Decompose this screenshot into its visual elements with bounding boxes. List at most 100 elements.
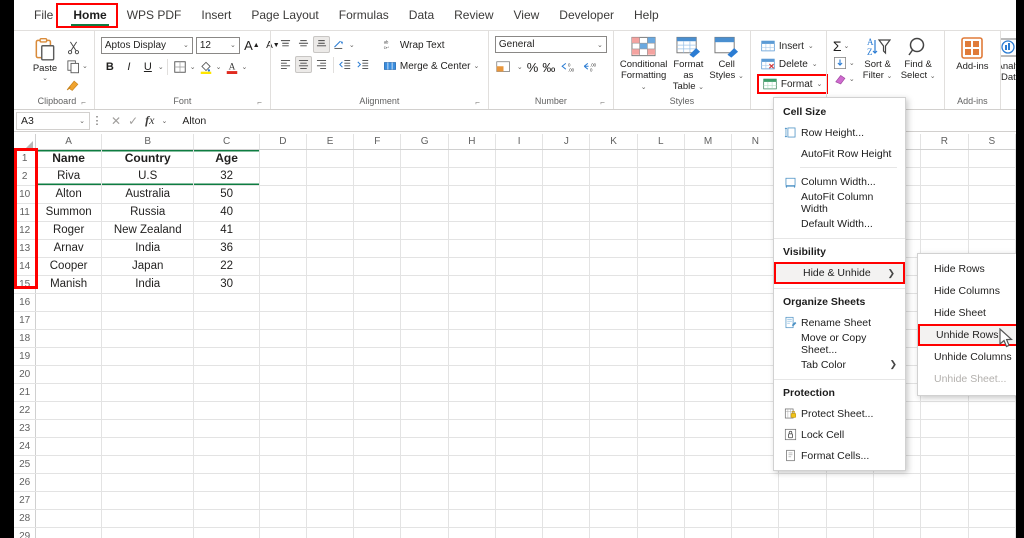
cell-S22[interactable] xyxy=(968,401,1016,420)
tab-view[interactable]: View xyxy=(504,5,550,25)
cell-F17[interactable] xyxy=(353,311,402,330)
cell-C26[interactable] xyxy=(193,473,260,492)
cell-L17[interactable] xyxy=(637,311,685,330)
cell-A27[interactable] xyxy=(35,491,102,510)
cell-G14[interactable] xyxy=(400,257,449,276)
cell-Q27[interactable] xyxy=(873,491,922,510)
row-header-16[interactable]: 16 xyxy=(14,293,37,312)
row-header-29[interactable]: 29 xyxy=(14,527,37,538)
column-header-f[interactable]: F xyxy=(353,134,402,150)
comma-style-button[interactable]: ‰ xyxy=(542,60,555,75)
cell-H13[interactable] xyxy=(448,239,497,258)
cell-E21[interactable] xyxy=(306,383,355,402)
cell-A29[interactable] xyxy=(35,527,102,538)
cell-B1[interactable]: Country xyxy=(101,149,195,168)
cell-G21[interactable] xyxy=(400,383,449,402)
increase-font-size-button[interactable]: A ▲ xyxy=(243,36,261,54)
row-header-13[interactable]: 13 xyxy=(14,239,37,258)
cell-C20[interactable] xyxy=(193,365,260,384)
cell-I13[interactable] xyxy=(495,239,544,258)
insert-cells-button[interactable]: Insert ⌄ xyxy=(757,38,829,54)
cell-K23[interactable] xyxy=(589,419,638,438)
cell-K20[interactable] xyxy=(589,365,638,384)
cell-D28[interactable] xyxy=(259,509,307,528)
cell-H16[interactable] xyxy=(448,293,497,312)
cell-L18[interactable] xyxy=(637,329,685,348)
cell-S2[interactable] xyxy=(968,167,1016,186)
cell-R10[interactable] xyxy=(920,185,969,204)
name-box[interactable]: A3 ⌄ xyxy=(16,111,90,130)
cell-B22[interactable] xyxy=(101,401,195,420)
cell-B23[interactable] xyxy=(101,419,195,438)
cell-D24[interactable] xyxy=(259,437,307,456)
cell-D13[interactable] xyxy=(259,239,307,258)
cell-I2[interactable] xyxy=(495,167,544,186)
cell-A28[interactable] xyxy=(35,509,102,528)
cell-B16[interactable] xyxy=(101,293,195,312)
cell-C11[interactable]: 40 xyxy=(193,203,260,222)
cell-F23[interactable] xyxy=(353,419,402,438)
cell-A13[interactable]: Arnav xyxy=(35,239,102,258)
cell-E22[interactable] xyxy=(306,401,355,420)
cell-E25[interactable] xyxy=(306,455,355,474)
cell-S28[interactable] xyxy=(968,509,1016,528)
menu-item-autofit-row-height[interactable]: AutoFit Row Height xyxy=(774,143,905,164)
cell-I10[interactable] xyxy=(495,185,544,204)
row-header-23[interactable]: 23 xyxy=(14,419,37,438)
cell-C17[interactable] xyxy=(193,311,260,330)
cell-J22[interactable] xyxy=(542,401,591,420)
menu-item-lock-cell[interactable]: Lock Cell xyxy=(774,424,905,445)
cell-R24[interactable] xyxy=(920,437,969,456)
cell-L22[interactable] xyxy=(637,401,685,420)
cell-J14[interactable] xyxy=(542,257,591,276)
cell-M10[interactable] xyxy=(684,185,733,204)
cell-S25[interactable] xyxy=(968,455,1016,474)
cell-Q28[interactable] xyxy=(873,509,922,528)
cell-K22[interactable] xyxy=(589,401,638,420)
cell-O29[interactable] xyxy=(778,527,827,538)
submenu-item-hide-rows[interactable]: Hide Rows xyxy=(918,258,1021,280)
borders-chevron-down-icon[interactable]: ⌄ xyxy=(190,63,196,71)
cell-G18[interactable] xyxy=(400,329,449,348)
cell-C1[interactable]: Age xyxy=(193,149,260,168)
cell-L23[interactable] xyxy=(637,419,685,438)
cell-M24[interactable] xyxy=(684,437,733,456)
cell-D17[interactable] xyxy=(259,311,307,330)
fill-chevron-down-icon[interactable]: ⌄ xyxy=(849,59,855,67)
cell-L1[interactable] xyxy=(637,149,685,168)
format-cells-ribbon-button[interactable]: Format ⌄ xyxy=(756,74,829,94)
find-select-chevron-down-icon[interactable]: ⌄ xyxy=(930,73,936,80)
row-header-18[interactable]: 18 xyxy=(14,329,37,348)
cell-L15[interactable] xyxy=(637,275,685,294)
cell-B24[interactable] xyxy=(101,437,195,456)
cell-L29[interactable] xyxy=(637,527,685,538)
cell-D26[interactable] xyxy=(259,473,307,492)
cell-H25[interactable] xyxy=(448,455,497,474)
align-right-button[interactable] xyxy=(313,56,330,73)
cell-K29[interactable] xyxy=(589,527,638,538)
cell-G28[interactable] xyxy=(400,509,449,528)
cell-I18[interactable] xyxy=(495,329,544,348)
cell-E15[interactable] xyxy=(306,275,355,294)
cell-P26[interactable] xyxy=(826,473,875,492)
cell-B13[interactable]: India xyxy=(101,239,195,258)
cell-F15[interactable] xyxy=(353,275,402,294)
column-header-a[interactable]: A xyxy=(35,134,102,150)
cell-H11[interactable] xyxy=(448,203,497,222)
cell-D23[interactable] xyxy=(259,419,307,438)
cell-A19[interactable] xyxy=(35,347,102,366)
cell-H19[interactable] xyxy=(448,347,497,366)
cell-P27[interactable] xyxy=(826,491,875,510)
cell-K13[interactable] xyxy=(589,239,638,258)
cell-E24[interactable] xyxy=(306,437,355,456)
autosum-button[interactable]: Σ ⌄ xyxy=(833,38,855,54)
cell-I16[interactable] xyxy=(495,293,544,312)
cell-M11[interactable] xyxy=(684,203,733,222)
cell-R23[interactable] xyxy=(920,419,969,438)
cell-A23[interactable] xyxy=(35,419,102,438)
cell-I29[interactable] xyxy=(495,527,544,538)
cell-J10[interactable] xyxy=(542,185,591,204)
row-header-12[interactable]: 12 xyxy=(14,221,37,240)
cell-B28[interactable] xyxy=(101,509,195,528)
copy-button[interactable] xyxy=(64,57,82,75)
